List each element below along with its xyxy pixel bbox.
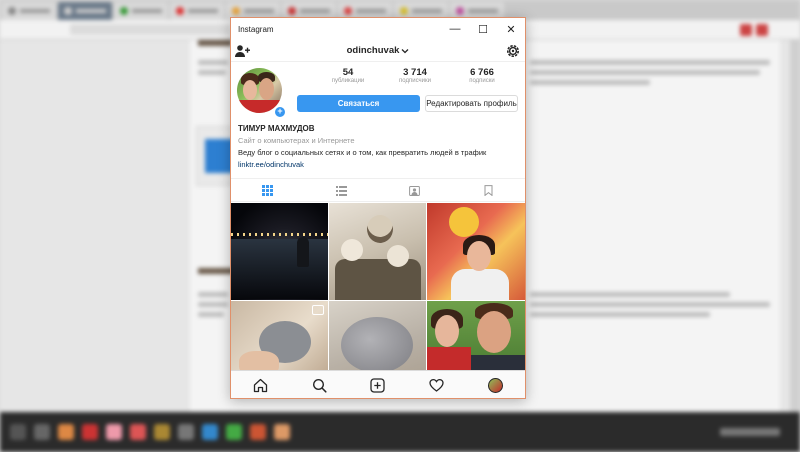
stat-posts-value: 54	[342, 67, 354, 78]
profile-avatar[interactable]	[237, 68, 282, 113]
add-story-badge[interactable]: +	[274, 106, 286, 118]
profile-category: Сайт о компьютерах и Интернете	[238, 136, 355, 145]
nav-home[interactable]	[231, 371, 290, 398]
nav-add-post[interactable]	[349, 371, 408, 398]
profile-summary: 54 публикации 3 714 подписчики 6 766 под…	[231, 62, 525, 114]
tab-list[interactable]	[305, 179, 379, 201]
list-icon	[335, 185, 347, 196]
chevron-down-icon	[401, 48, 409, 53]
stat-followers-value: 3 714	[403, 67, 427, 78]
edit-profile-button[interactable]: Редактировать профиль	[425, 95, 518, 112]
search-icon	[312, 378, 327, 393]
profile-link[interactable]: linktr.ee/odinchuvak	[238, 159, 518, 171]
heart-icon	[429, 378, 444, 392]
bottom-navigation	[231, 370, 525, 398]
stat-following-label: подписки	[469, 78, 495, 84]
home-icon	[253, 378, 268, 392]
profile-bio-text: Веду блог о социальных сетях и о том, ка…	[238, 148, 487, 157]
tab-grid[interactable]	[231, 179, 305, 201]
stat-posts[interactable]: 54 публикации	[315, 67, 381, 85]
profile-name: ТИМУР МАХМУДОВ	[238, 124, 315, 133]
background-taskbar	[0, 412, 800, 452]
profile-header: odinchuvak	[231, 40, 525, 62]
stat-posts-label: публикации	[331, 78, 365, 84]
minimize-button[interactable]: —	[441, 18, 469, 40]
window-titlebar[interactable]: Instagram — ☐ ✕	[231, 18, 525, 40]
post-thumbnail[interactable]	[329, 203, 426, 300]
profile-avatar-small	[488, 377, 504, 393]
close-button[interactable]: ✕	[497, 18, 525, 40]
maximize-button[interactable]: ☐	[469, 18, 497, 40]
stat-followers[interactable]: 3 714 подписчики	[382, 67, 448, 85]
window-controls: — ☐ ✕	[441, 18, 525, 40]
add-post-icon	[370, 377, 386, 393]
contact-button[interactable]: Связаться	[297, 95, 420, 112]
profile-tabs	[231, 178, 525, 202]
tab-tagged[interactable]	[378, 179, 452, 201]
gear-icon[interactable]	[505, 43, 521, 59]
grid-icon	[262, 184, 274, 196]
stat-following-value: 6 766	[470, 67, 494, 78]
username: odinchuvak	[346, 45, 400, 56]
background-tab	[114, 2, 168, 20]
window-title: Instagram	[238, 24, 274, 34]
post-thumbnail[interactable]	[427, 203, 525, 300]
profile-bio: ТИМУР МАХМУДОВ Сайт о компьютерах и Инте…	[238, 123, 518, 171]
username-switcher[interactable]: odinchuvak	[347, 45, 410, 56]
post-thumbnail[interactable]	[231, 203, 328, 300]
nav-activity[interactable]	[407, 371, 466, 398]
tab-saved[interactable]	[452, 179, 526, 201]
posts-grid	[231, 203, 525, 398]
stat-followers-label: подписчики	[399, 78, 431, 84]
background-tab	[58, 2, 112, 20]
background-tab	[2, 2, 56, 20]
nav-search[interactable]	[290, 371, 349, 398]
add-user-icon[interactable]	[234, 43, 250, 59]
saved-icon	[484, 184, 493, 196]
background-tab	[170, 2, 224, 20]
instagram-window: Instagram — ☐ ✕ odinchuvak 54 публикации…	[230, 17, 526, 399]
stat-following[interactable]: 6 766 подписки	[449, 67, 515, 85]
profile-stats: 54 публикации 3 714 подписчики 6 766 под…	[315, 67, 515, 85]
tagged-icon	[409, 185, 421, 196]
video-icon	[312, 305, 324, 315]
nav-profile[interactable]	[466, 371, 525, 398]
